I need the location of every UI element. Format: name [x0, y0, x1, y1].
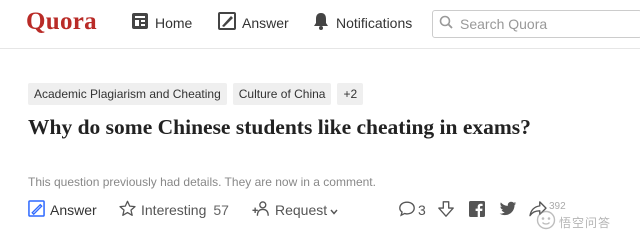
comments-button[interactable]: 3	[398, 199, 426, 221]
pencil-icon	[28, 200, 45, 220]
star-icon	[119, 200, 136, 220]
topic-tag[interactable]: Academic Plagiarism and Cheating	[28, 83, 227, 105]
search-box[interactable]	[432, 10, 640, 38]
top-nav-bar: Quora Home Answer Notifications Search Q…	[0, 0, 640, 49]
request-label: Request	[275, 202, 328, 218]
chevron-down-icon	[330, 202, 338, 218]
twitter-share-button[interactable]	[499, 199, 517, 221]
watermark-logo-icon	[536, 210, 556, 235]
request-button[interactable]: Request	[252, 199, 338, 221]
watermark-text: 悟空问答	[559, 216, 612, 230]
quora-logo[interactable]: Quora	[26, 8, 97, 36]
search-icon	[439, 15, 453, 34]
comment-count: 3	[418, 202, 426, 218]
comment-icon	[398, 200, 416, 220]
facebook-share-button[interactable]	[469, 199, 485, 221]
interesting-button[interactable]: Interesting 57	[119, 199, 229, 221]
pencil-icon	[218, 11, 236, 35]
answer-button[interactable]: Answer	[28, 199, 97, 221]
more-topics-tag[interactable]: +2	[337, 83, 364, 105]
topic-list: Academic Plagiarism and Cheating Culture…	[28, 83, 369, 105]
twitter-icon	[499, 201, 517, 220]
topic-tag[interactable]: Culture of China	[232, 83, 332, 105]
home-icon	[131, 12, 149, 35]
request-icon	[252, 200, 270, 220]
interesting-count: 57	[213, 202, 229, 218]
facebook-icon	[469, 200, 485, 220]
nav-answer-label: Answer	[242, 15, 289, 31]
nav-answer[interactable]: Answer	[218, 11, 289, 35]
nav-notifications-label: Notifications	[336, 15, 413, 31]
downvote-button[interactable]	[437, 199, 455, 221]
watermark: 悟空问答	[536, 210, 611, 235]
nav-home[interactable]: Home	[131, 11, 192, 35]
answer-label: Answer	[50, 202, 97, 218]
downvote-icon	[437, 200, 455, 221]
details-note: This question previously had details. Th…	[28, 175, 376, 189]
nav-notifications[interactable]: Notifications	[312, 11, 412, 35]
bell-icon	[312, 12, 330, 35]
nav-home-label: Home	[155, 15, 193, 31]
interesting-label: Interesting	[141, 202, 207, 218]
search-input[interactable]	[458, 15, 632, 33]
question-title[interactable]: Why do some Chinese students like cheati…	[28, 114, 588, 141]
